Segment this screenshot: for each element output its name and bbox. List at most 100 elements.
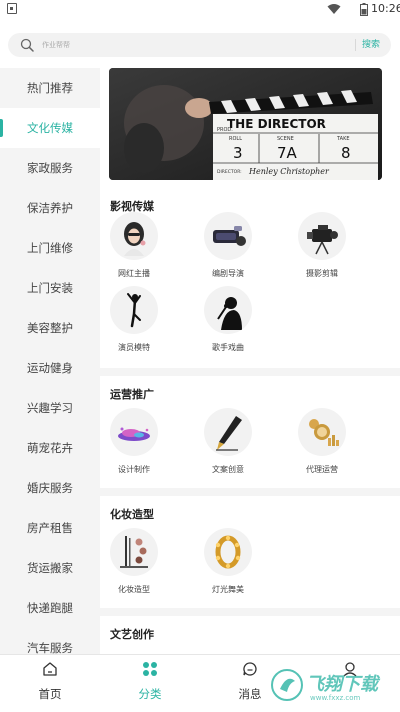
- nav-label: 首页: [38, 687, 62, 701]
- slate-prod-label: PROD.: [217, 127, 233, 133]
- tile-influencer[interactable]: 网红主播: [100, 212, 173, 284]
- nav-label: 分类: [138, 687, 162, 701]
- clapperboard-illustration: THE DIRECTOR PROD. ROLL SCENE TAKE 3 7A …: [109, 68, 382, 180]
- category-icon: [143, 662, 157, 676]
- sidebar-item-label: 婚庆服务: [27, 481, 73, 495]
- section-film-media: 影视传媒 网红主播 编剧导演 摄影剪辑 演员模特 歌手戏曲: [100, 188, 400, 368]
- singer-icon: [204, 286, 252, 334]
- slate-title: THE DIRECTOR: [227, 117, 326, 131]
- tile-singer-opera[interactable]: 歌手戏曲: [189, 286, 267, 358]
- tile-design[interactable]: 设计制作: [100, 408, 173, 480]
- section-operations-promotion: 运营推广 设计制作 文案创意 代理运营: [100, 376, 400, 488]
- dancer-icon: [110, 286, 158, 334]
- sidebar-item-moving[interactable]: 货运搬家: [0, 548, 100, 588]
- section-arts-creation: 文艺创作: [100, 616, 400, 654]
- home-icon: [43, 662, 57, 676]
- slate-roll-label: ROLL: [229, 136, 242, 142]
- slate-scene: 7A: [277, 144, 298, 162]
- tile-copywriting[interactable]: 文案创意: [189, 408, 267, 480]
- tile-makeup[interactable]: 化妆造型: [100, 528, 173, 600]
- sidebar-item-label: 热门推荐: [27, 81, 73, 95]
- sidebar-item-housekeeping[interactable]: 家政服务: [0, 148, 100, 188]
- tile-agency-operation[interactable]: 代理运营: [283, 408, 361, 480]
- tile-label: 演员模特: [118, 343, 150, 352]
- influencer-icon: [110, 212, 158, 260]
- nav-home[interactable]: 首页: [10, 655, 90, 712]
- slate-roll: 3: [233, 144, 243, 162]
- sidebar-item-beauty[interactable]: 美容整护: [0, 308, 100, 348]
- tile-actor-model[interactable]: 演员模特: [100, 286, 173, 358]
- vr-headset-icon: [204, 212, 252, 260]
- sidebar-item-label: 兴趣学习: [27, 401, 73, 415]
- sidebar-item-cleaning[interactable]: 保洁养护: [0, 188, 100, 228]
- sidebar-item-label: 房产租售: [27, 521, 73, 535]
- message-icon: [243, 662, 257, 676]
- sidebar-item-label: 美容整护: [27, 321, 73, 335]
- search-icon: [20, 38, 34, 52]
- slate-scene-label: SCENE: [277, 136, 294, 142]
- search-button[interactable]: 搜索: [362, 37, 380, 50]
- sidebar-item-wedding[interactable]: 婚庆服务: [0, 468, 100, 508]
- sidebar-item-hot[interactable]: 热门推荐: [0, 68, 100, 108]
- sidebar-item-learning[interactable]: 兴趣学习: [0, 388, 100, 428]
- sidebar-item-car[interactable]: 汽车服务: [0, 628, 100, 654]
- category-sidebar: 热门推荐 文化传媒 家政服务 保洁养护 上门维修 上门安装 美容整护 运动健身 …: [0, 68, 100, 654]
- nav-category[interactable]: 分类: [110, 655, 190, 712]
- watermark: 飞翔下载 www.fxxz.com: [270, 666, 390, 706]
- sidebar-item-fitness[interactable]: 运动健身: [0, 348, 100, 388]
- sidebar-item-label: 文化传媒: [27, 121, 73, 135]
- tile-photography-editing[interactable]: 摄影剪辑: [283, 212, 361, 284]
- slate-director-label: DIRECTOR:: [217, 169, 242, 175]
- sidebar-item-label: 货运搬家: [27, 561, 73, 575]
- pen-icon: [204, 408, 252, 456]
- tile-label: 歌手戏曲: [212, 343, 244, 352]
- tile-lighting-stage[interactable]: 灯光舞美: [189, 528, 267, 600]
- tile-label: 化妆造型: [118, 585, 150, 594]
- makeup-brush-icon: [110, 528, 158, 576]
- sidebar-item-label: 上门维修: [27, 241, 73, 255]
- section-title: 运营推广: [110, 388, 154, 401]
- notification-icon: [7, 3, 17, 14]
- tile-label: 设计制作: [118, 465, 150, 474]
- sidebar-item-errands[interactable]: 快递跑腿: [0, 588, 100, 628]
- sidebar-item-culture-media[interactable]: 文化传媒: [0, 108, 100, 148]
- sidebar-item-label: 家政服务: [27, 161, 73, 175]
- clock: 10:26: [371, 2, 400, 15]
- search-input[interactable]: [42, 35, 312, 55]
- sidebar-item-label: 汽车服务: [27, 641, 73, 654]
- tile-label: 代理运营: [306, 465, 338, 474]
- coins-icon: [298, 408, 346, 456]
- tile-label: 编剧导演: [212, 269, 244, 278]
- sidebar-item-real-estate[interactable]: 房产租售: [0, 508, 100, 548]
- search-divider: [355, 39, 356, 51]
- search-bar: 搜索: [0, 20, 400, 68]
- tile-label: 文案创意: [212, 465, 244, 474]
- sidebar-item-pets-flowers[interactable]: 萌宠花卉: [0, 428, 100, 468]
- section-title: 文艺创作: [110, 628, 154, 641]
- tile-label: 网红主播: [118, 269, 150, 278]
- section-title: 化妆造型: [110, 508, 154, 521]
- sidebar-item-label: 快递跑腿: [27, 601, 73, 615]
- status-bar: 10:26: [0, 0, 400, 20]
- slate-director-name: Henley Christopher: [248, 167, 330, 176]
- sidebar-item-label: 保洁养护: [27, 201, 73, 215]
- banner-image[interactable]: THE DIRECTOR PROD. ROLL SCENE TAKE 3 7A …: [109, 68, 382, 180]
- watermark-logo: [271, 669, 303, 701]
- battery-icon: [360, 3, 368, 16]
- paint-splash-icon: [110, 408, 158, 456]
- slate-take: 8: [341, 144, 351, 162]
- video-camera-icon: [298, 212, 346, 260]
- banner-card: THE DIRECTOR PROD. ROLL SCENE TAKE 3 7A …: [100, 68, 400, 188]
- sidebar-item-repair[interactable]: 上门维修: [0, 228, 100, 268]
- sidebar-item-install[interactable]: 上门安装: [0, 268, 100, 308]
- sidebar-item-label: 上门安装: [27, 281, 73, 295]
- stage-light-icon: [204, 528, 252, 576]
- tile-label: 摄影剪辑: [306, 269, 338, 278]
- sidebar-item-label: 萌宠花卉: [27, 441, 73, 455]
- sidebar-item-label: 运动健身: [27, 361, 73, 375]
- tile-screenwriter-director[interactable]: 编剧导演: [189, 212, 267, 284]
- search-box[interactable]: 搜索: [8, 33, 391, 57]
- slate-take-label: TAKE: [336, 136, 350, 142]
- tile-label: 灯光舞美: [212, 585, 244, 594]
- wifi-icon: [327, 4, 341, 14]
